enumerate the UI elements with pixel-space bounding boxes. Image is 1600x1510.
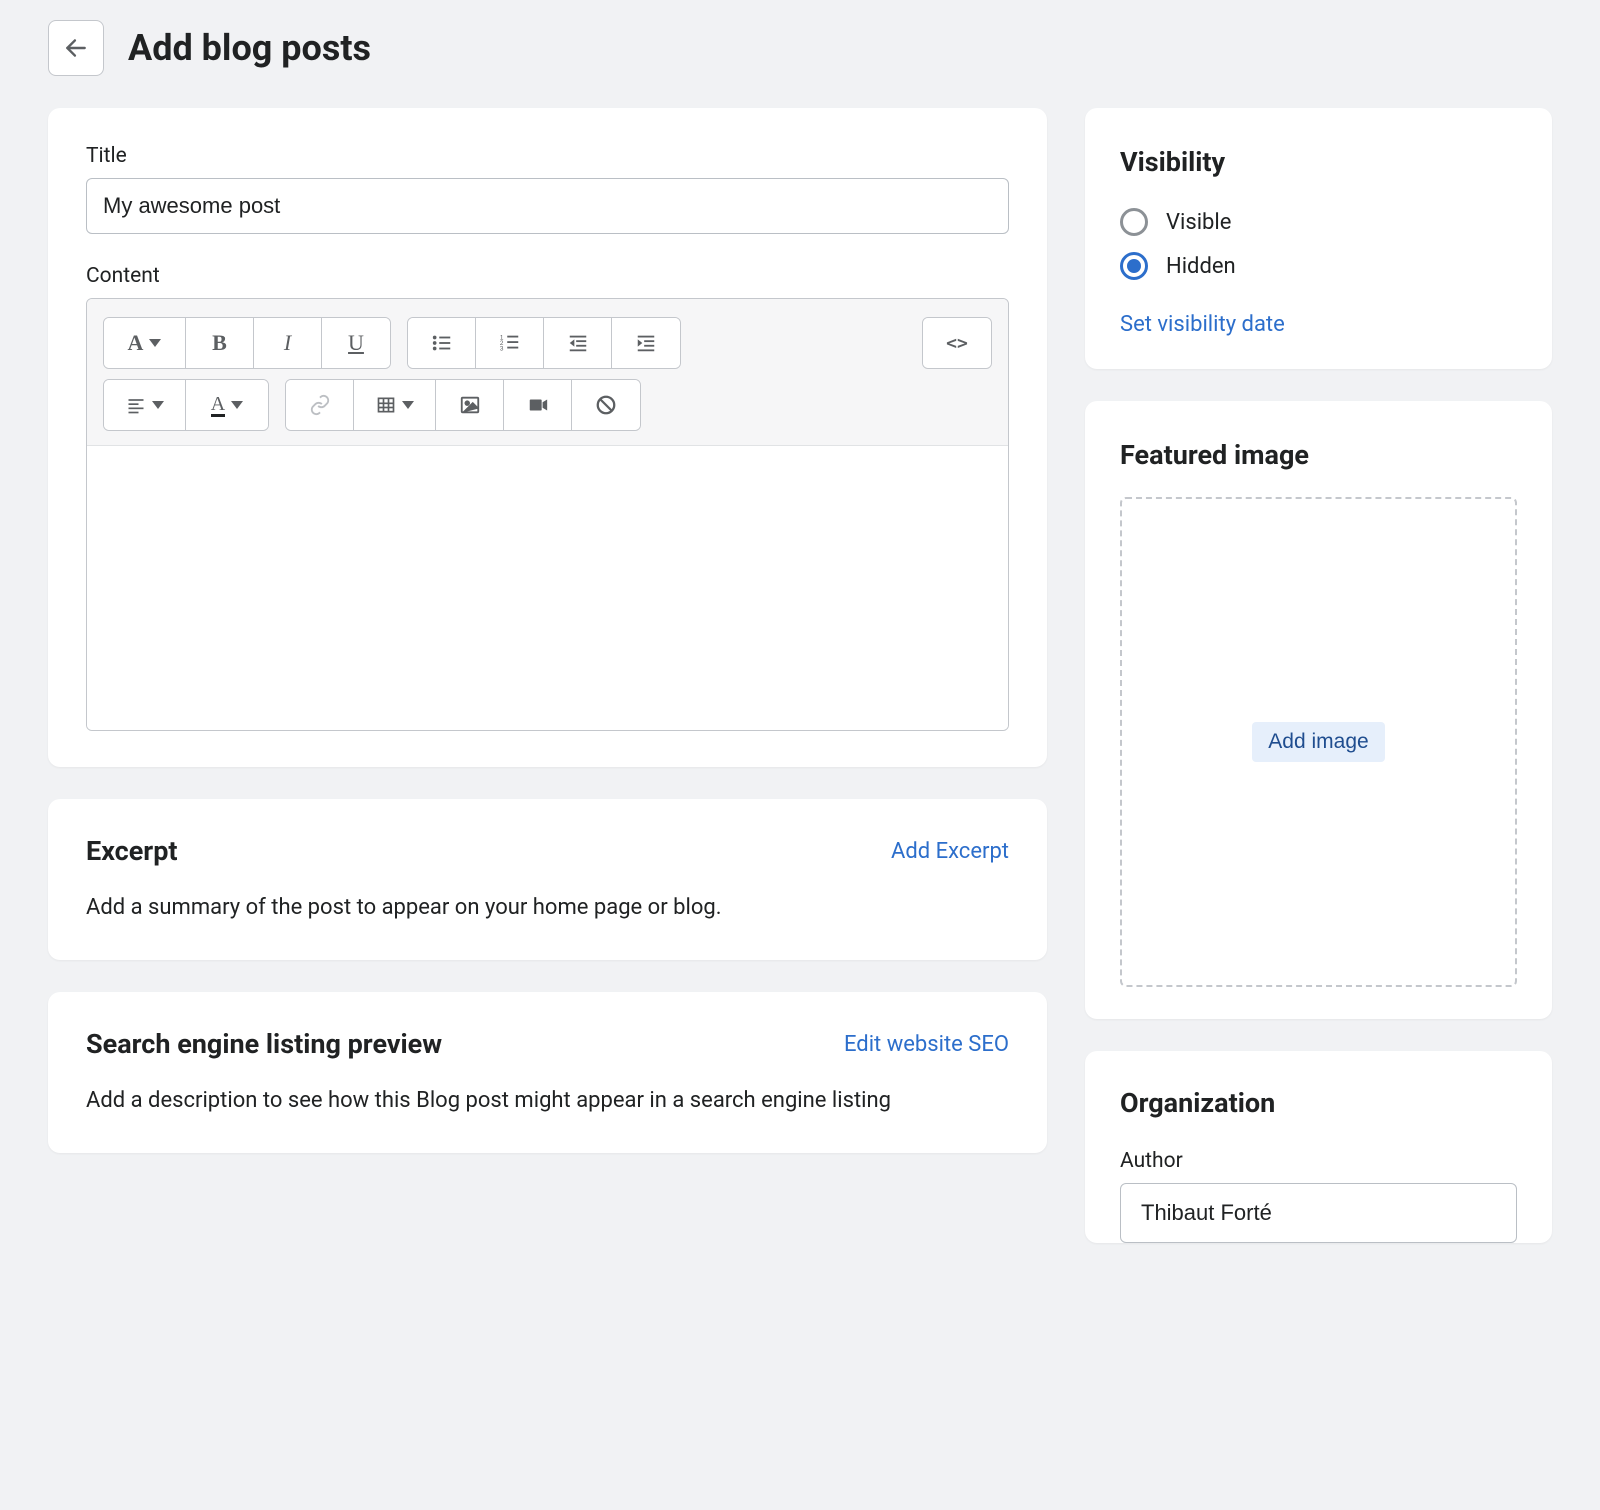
image-dropzone[interactable]: Add image — [1120, 497, 1517, 987]
back-button[interactable] — [48, 20, 104, 76]
page-header: Add blog posts — [48, 20, 1552, 76]
radio-label: Hidden — [1166, 254, 1236, 279]
font-format-icon: A — [128, 330, 144, 356]
page-title: Add blog posts — [128, 27, 371, 69]
excerpt-heading: Excerpt — [86, 835, 178, 867]
align-dropdown[interactable] — [104, 380, 186, 430]
table-icon — [376, 395, 396, 415]
title-input[interactable] — [86, 178, 1009, 234]
radio-icon — [1120, 208, 1148, 236]
chevron-down-icon — [402, 401, 414, 409]
table-dropdown[interactable] — [354, 380, 436, 430]
chevron-down-icon — [231, 401, 243, 409]
code-icon: <> — [946, 333, 968, 354]
image-icon — [459, 394, 481, 416]
bold-button[interactable]: B — [186, 318, 254, 368]
content-card: Title Content A B I — [48, 108, 1047, 767]
text-color-icon: A — [211, 394, 225, 417]
author-input[interactable] — [1120, 1183, 1517, 1243]
visibility-date-link[interactable]: Set visibility date — [1120, 312, 1285, 337]
clear-format-icon — [595, 394, 617, 416]
add-image-button[interactable]: Add image — [1252, 722, 1384, 762]
format-dropdown[interactable]: A — [104, 318, 186, 368]
visibility-card: Visibility Visible Hidden Set visibility… — [1085, 108, 1552, 369]
title-label: Title — [86, 144, 1009, 168]
excerpt-card: Excerpt Add Excerpt Add a summary of the… — [48, 799, 1047, 960]
bullet-list-icon — [431, 332, 453, 354]
italic-button[interactable]: I — [254, 318, 322, 368]
featured-image-heading: Featured image — [1120, 439, 1517, 471]
outdent-button[interactable] — [544, 318, 612, 368]
visibility-heading: Visibility — [1120, 146, 1517, 178]
video-icon — [527, 394, 549, 416]
author-label: Author — [1120, 1149, 1517, 1173]
underline-button[interactable]: U — [322, 318, 390, 368]
chevron-down-icon — [152, 401, 164, 409]
seo-heading: Search engine listing preview — [86, 1028, 442, 1060]
bullet-list-button[interactable] — [408, 318, 476, 368]
content-label: Content — [86, 264, 1009, 288]
image-button[interactable] — [436, 380, 504, 430]
organization-heading: Organization — [1120, 1087, 1517, 1119]
visibility-hidden-radio[interactable]: Hidden — [1120, 252, 1517, 280]
outdent-icon — [567, 332, 589, 354]
html-button[interactable]: <> — [923, 318, 991, 368]
editor-textarea[interactable] — [87, 446, 1008, 730]
numbered-list-icon: 123 — [499, 332, 521, 354]
edit-seo-link[interactable]: Edit website SEO — [844, 1032, 1009, 1057]
radio-label: Visible — [1166, 210, 1231, 235]
visibility-visible-radio[interactable]: Visible — [1120, 208, 1517, 236]
arrow-left-icon — [63, 35, 89, 61]
indent-icon — [635, 332, 657, 354]
link-button[interactable] — [286, 380, 354, 430]
seo-card: Search engine listing preview Edit websi… — [48, 992, 1047, 1153]
organization-card: Organization Author — [1085, 1051, 1552, 1243]
underline-icon: U — [348, 330, 364, 356]
radio-icon — [1120, 252, 1148, 280]
rich-text-editor: A B I U — [86, 298, 1009, 731]
numbered-list-button[interactable]: 123 — [476, 318, 544, 368]
text-color-dropdown[interactable]: A — [186, 380, 268, 430]
align-left-icon — [126, 395, 146, 415]
editor-toolbar: A B I U — [87, 299, 1008, 446]
seo-description: Add a description to see how this Blog p… — [86, 1084, 1009, 1117]
clear-format-button[interactable] — [572, 380, 640, 430]
indent-button[interactable] — [612, 318, 680, 368]
video-button[interactable] — [504, 380, 572, 430]
link-icon — [309, 394, 331, 416]
add-excerpt-link[interactable]: Add Excerpt — [891, 839, 1009, 864]
svg-text:3: 3 — [499, 345, 503, 352]
chevron-down-icon — [149, 339, 161, 347]
italic-icon: I — [284, 330, 291, 356]
excerpt-description: Add a summary of the post to appear on y… — [86, 891, 1009, 924]
bold-icon: B — [212, 330, 227, 356]
featured-image-card: Featured image Add image — [1085, 401, 1552, 1019]
